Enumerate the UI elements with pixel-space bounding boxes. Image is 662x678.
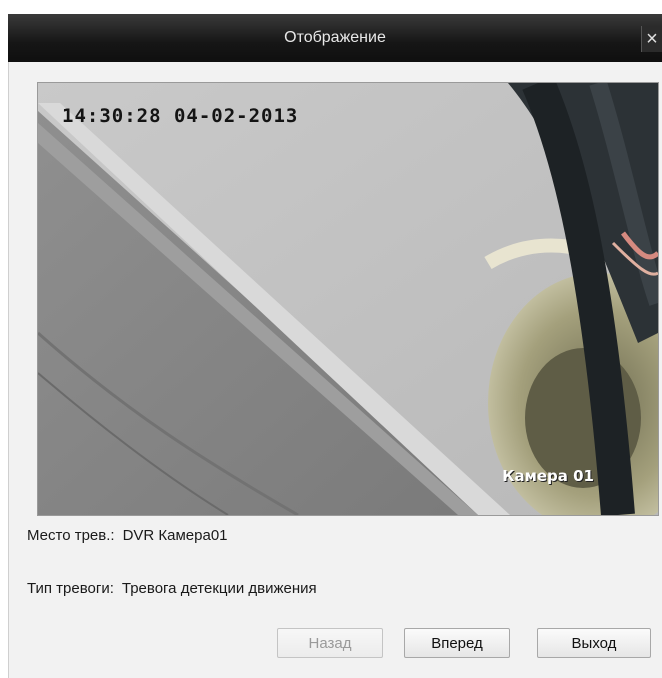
dialog-body: 14:30:28 04-02-2013 Камера 01 Место трев… xyxy=(8,62,662,678)
exit-button[interactable]: Выход xyxy=(537,628,651,658)
forward-button[interactable]: Вперед xyxy=(404,628,510,658)
video-timestamp: 14:30:28 04-02-2013 xyxy=(62,105,299,127)
close-icon: × xyxy=(646,28,658,50)
alarm-location-label: Место трев.: xyxy=(27,527,115,544)
camera-snapshot: 14:30:28 04-02-2013 Камера 01 xyxy=(37,82,659,516)
alarm-type-row: Тип тревоги: Тревога детекции движения xyxy=(27,580,317,597)
close-button[interactable]: × xyxy=(641,26,662,52)
alarm-type-value: Тревога детекции движения xyxy=(121,580,317,597)
alarm-display-window: Отображение × 14:30:28 04-02-2013 Камера… xyxy=(0,0,662,678)
camera-name-overlay: Камера 01 xyxy=(502,467,594,485)
window-top-strip xyxy=(0,0,662,14)
window-title: Отображение xyxy=(284,29,386,46)
back-button[interactable]: Назад xyxy=(277,628,383,658)
camera-image xyxy=(38,83,658,515)
title-bar[interactable]: Отображение × xyxy=(8,14,662,63)
alarm-type-label: Тип тревоги: xyxy=(27,580,114,597)
alarm-location-value: DVR Камера01 xyxy=(122,527,228,544)
alarm-location-row: Место трев.: DVR Камера01 xyxy=(27,527,228,544)
